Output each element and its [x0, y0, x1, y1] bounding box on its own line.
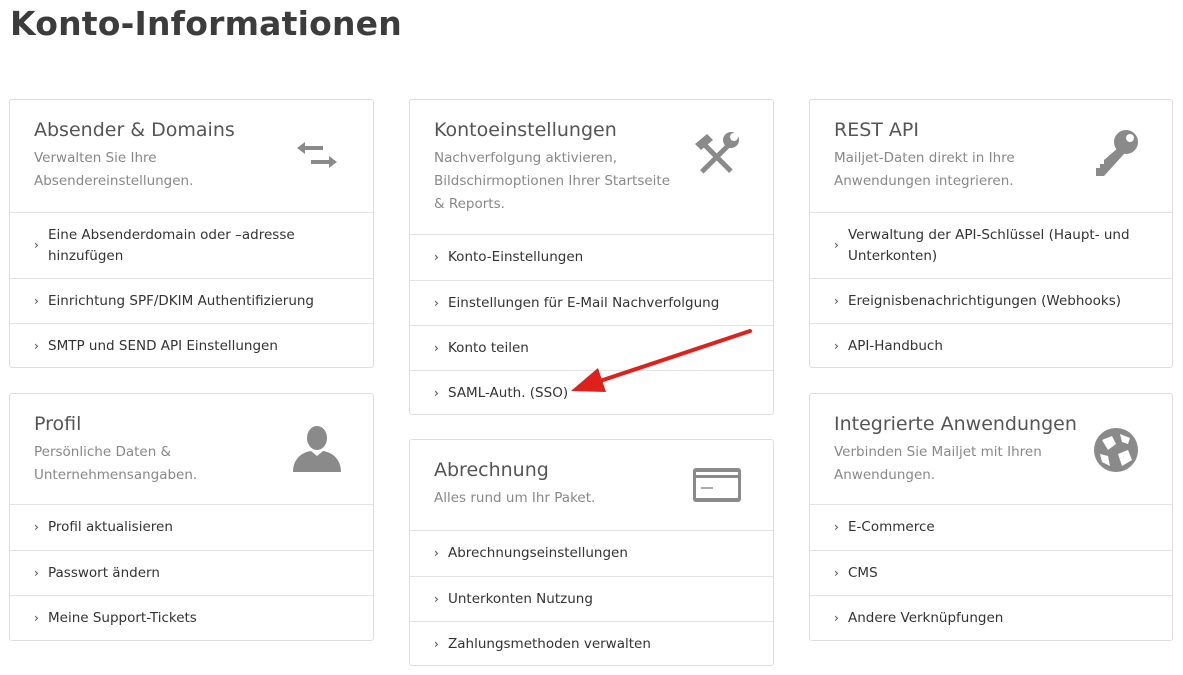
card-integrierte-anwendungen: Integrierte Anwendungen Verbinden Sie Ma…: [809, 393, 1173, 641]
chevron-right-icon: ›: [834, 338, 839, 353]
chevron-right-icon: ›: [34, 293, 39, 308]
chevron-right-icon: ›: [834, 610, 839, 625]
chevron-right-icon: ›: [434, 591, 439, 606]
chevron-right-icon: ›: [834, 293, 839, 308]
chevron-right-icon: ›: [34, 338, 39, 353]
card-header: Abrechnung Alles rund um Ihr Paket.: [410, 440, 773, 530]
card-abrechnung: Abrechnung Alles rund um Ihr Paket. › Abr…: [409, 439, 774, 666]
card-header: Profil Persönliche Daten & Unternehmensa…: [10, 394, 373, 504]
card-header: Kontoeinstellungen Nachverfolgung aktivi…: [410, 100, 773, 234]
link-ecommerce[interactable]: › E-Commerce: [810, 505, 1172, 550]
card-description: Verbinden Sie Mailjet mit Ihren Anwendun…: [834, 444, 1042, 483]
chevron-right-icon: ›: [434, 636, 439, 651]
swap-arrows-icon: [289, 128, 345, 180]
card-link-list: › E-Commerce › CMS › Andere Verknüpfungen: [810, 504, 1172, 640]
card-profil: Profil Persönliche Daten & Unternehmensa…: [9, 393, 374, 641]
chevron-right-icon: ›: [34, 565, 39, 580]
chevron-right-icon: ›: [434, 295, 439, 310]
link-subaccount-usage[interactable]: › Unterkonten Nutzung: [410, 576, 773, 621]
tools-icon: [689, 128, 745, 180]
chevron-right-icon: ›: [834, 565, 839, 580]
card-description: Nachverfolgung aktivieren, Bildschirmopt…: [434, 150, 671, 212]
card-description: Mailjet-Daten direkt in Ihre Anwendungen…: [834, 150, 1015, 189]
link-api-guide[interactable]: › API-Handbuch: [810, 323, 1172, 368]
card-link-list: › Verwaltung der API-Schlüssel (Haupt- un…: [810, 212, 1172, 368]
card-link-list: › Eine Absenderdomain oder –adresse hinzu…: [10, 212, 373, 368]
card-description: Persönliche Daten & Unternehmensangaben.: [34, 444, 198, 483]
link-api-keys[interactable]: › Verwaltung der API-Schlüssel (Haupt- un…: [810, 213, 1172, 278]
chevron-right-icon: ›: [34, 238, 39, 252]
chevron-right-icon: ›: [434, 385, 439, 400]
page-title: Konto-Informationen: [10, 4, 402, 43]
card-kontoeinstellungen: Kontoeinstellungen Nachverfolgung aktivi…: [409, 99, 774, 415]
chevron-right-icon: ›: [434, 340, 439, 355]
link-spf-dkim[interactable]: › Einrichtung SPF/DKIM Authentifizierung: [10, 278, 373, 323]
card-link-list: › Abrechnungseinstellungen › Unterkonten N…: [410, 530, 773, 666]
link-share-account[interactable]: › Konto teilen: [410, 325, 773, 370]
link-webhooks[interactable]: › Ereignisbenachrichtigungen (Webhooks): [810, 278, 1172, 323]
card-description: Verwalten Sie Ihre Absendereinstellungen…: [34, 150, 194, 189]
globe-icon: [1088, 422, 1144, 474]
card-rest-api: REST API Mailjet-Daten direkt in Ihre An…: [809, 99, 1173, 368]
link-payment-methods[interactable]: › Zahlungsmethoden verwalten: [410, 621, 773, 666]
credit-card-icon: [689, 462, 745, 514]
card-header: REST API Mailjet-Daten direkt in Ihre An…: [810, 100, 1172, 212]
card-header: Absender & Domains Verwalten Sie Ihre Ab…: [10, 100, 373, 212]
link-smtp-send-api[interactable]: › SMTP und SEND API Einstellungen: [10, 323, 373, 368]
link-change-password[interactable]: › Passwort ändern: [10, 550, 373, 595]
link-support-tickets[interactable]: › Meine Support-Tickets: [10, 595, 373, 640]
link-update-profile[interactable]: › Profil aktualisieren: [10, 505, 373, 550]
chevron-right-icon: ›: [34, 610, 39, 625]
chevron-right-icon: ›: [834, 238, 839, 252]
user-icon: [289, 422, 345, 474]
chevron-right-icon: ›: [434, 546, 439, 560]
card-link-list: › Profil aktualisieren › Passwort ändern ›…: [10, 504, 373, 640]
link-billing-settings[interactable]: › Abrechnungseinstellungen: [410, 531, 773, 576]
chevron-right-icon: ›: [434, 250, 439, 264]
link-other-connections[interactable]: › Andere Verknüpfungen: [810, 595, 1172, 640]
key-icon: [1088, 128, 1144, 180]
link-account-settings[interactable]: › Konto-Einstellungen: [410, 235, 773, 280]
card-description: Alles rund um Ihr Paket.: [434, 490, 596, 506]
card-link-list: › Konto-Einstellungen › Einstellungen für …: [410, 234, 773, 415]
chevron-right-icon: ›: [34, 520, 39, 534]
chevron-right-icon: ›: [834, 520, 839, 534]
link-email-tracking[interactable]: › Einstellungen für E-Mail Nachverfolgung: [410, 280, 773, 325]
link-add-sender-domain[interactable]: › Eine Absenderdomain oder –adresse hinzu…: [10, 213, 373, 278]
card-header: Integrierte Anwendungen Verbinden Sie Ma…: [810, 394, 1172, 504]
card-absender-domains: Absender & Domains Verwalten Sie Ihre Ab…: [9, 99, 374, 368]
link-saml-sso[interactable]: › SAML-Auth. (SSO): [410, 370, 773, 415]
link-cms[interactable]: › CMS: [810, 550, 1172, 595]
